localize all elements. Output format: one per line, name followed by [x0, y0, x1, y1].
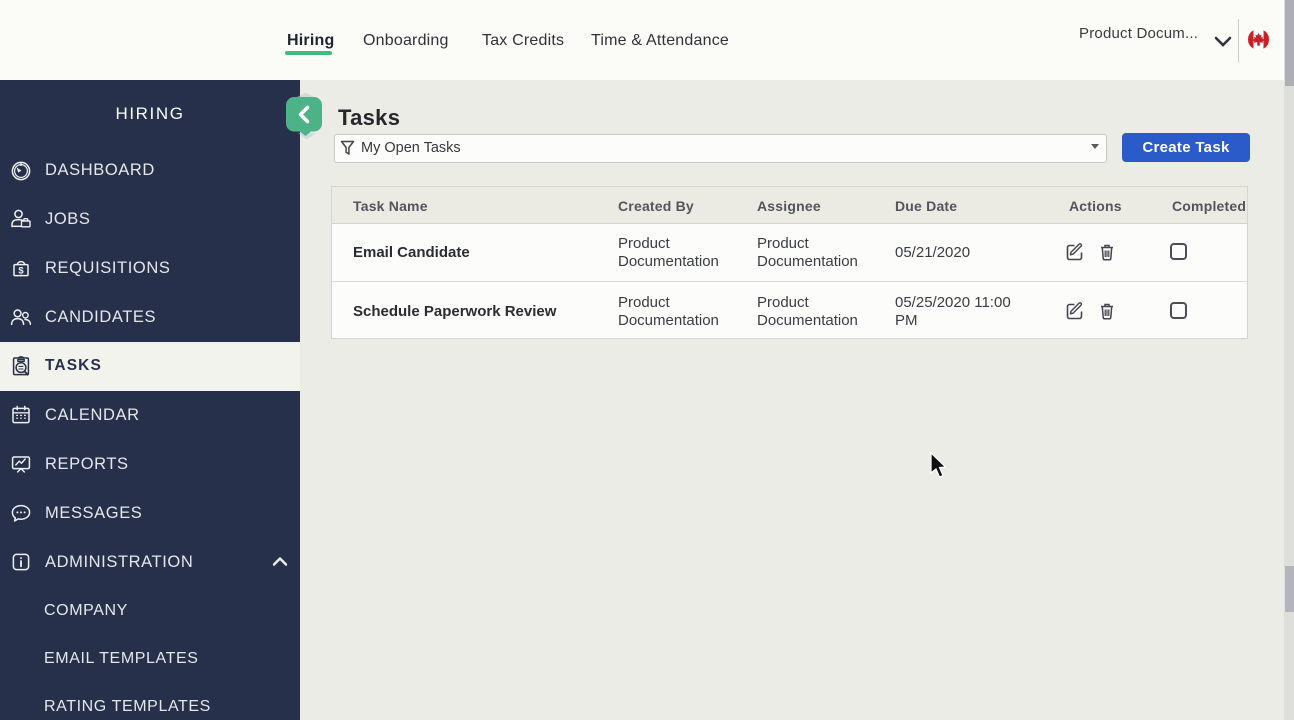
svg-text:$: $ — [18, 266, 24, 277]
